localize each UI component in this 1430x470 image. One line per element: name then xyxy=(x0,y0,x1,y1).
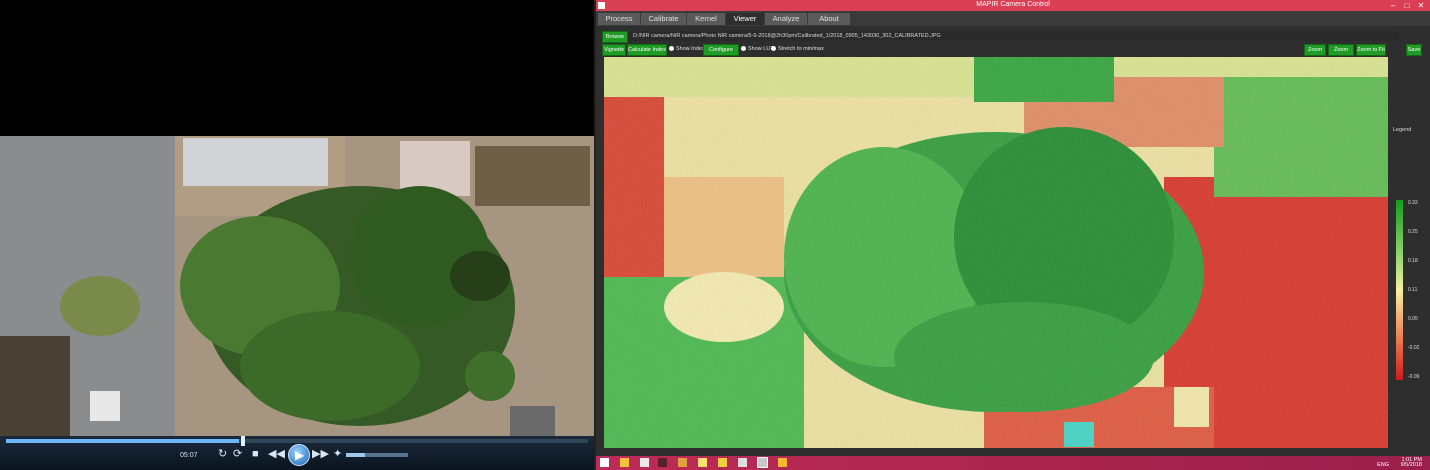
media-player-icon[interactable] xyxy=(778,458,787,467)
maximize-icon[interactable]: □ xyxy=(1400,0,1414,11)
zoom-to-fit-button[interactable]: Zoom to Fit xyxy=(1356,44,1386,56)
legend-tick: 0.11 xyxy=(1408,287,1418,293)
seek-progress xyxy=(6,439,239,443)
zoom-out-button[interactable]: Zoom Out xyxy=(1328,44,1354,63)
aerial-photo xyxy=(0,136,594,470)
store-icon[interactable] xyxy=(640,458,649,467)
photoshop-icon[interactable] xyxy=(658,458,667,467)
start-icon[interactable] xyxy=(600,458,609,467)
legend-tick: -0.09 xyxy=(1408,374,1420,380)
zoom-in-button[interactable]: Zoom In xyxy=(1304,44,1326,63)
play-icon: ▶ xyxy=(295,448,305,462)
tab-process[interactable]: Process xyxy=(598,13,640,25)
title-bar: MAPIR Camera Control – □ ✕ xyxy=(596,0,1430,11)
legend-tick: 0.25 xyxy=(1408,229,1418,235)
next-icon[interactable]: ▶▶ xyxy=(312,448,329,460)
file-explorer-icon[interactable] xyxy=(620,458,629,467)
seek-handle[interactable] xyxy=(241,436,245,446)
system-tray[interactable]: ENG 1:01 PM 9/5/2018 xyxy=(1377,457,1422,468)
stop-icon[interactable]: ■ xyxy=(252,448,259,460)
legend-tick: -0.02 xyxy=(1408,345,1420,351)
show-lut-checkbox[interactable]: Show LUT xyxy=(741,45,774,54)
letterbox xyxy=(0,0,594,136)
mapir-window: MAPIR Camera Control – □ ✕ Process Calib… xyxy=(596,0,1430,456)
legend-colorbar xyxy=(1396,200,1403,380)
file-path-field[interactable]: D:/NIR camera/NIR camera/Photo NIR camer… xyxy=(630,31,1399,41)
stretch-checkbox[interactable]: Stretch to min/max xyxy=(771,45,824,54)
legend-tick: 0.32 xyxy=(1408,200,1418,206)
radio-icon xyxy=(771,46,776,52)
radio-icon xyxy=(741,46,746,52)
save-button[interactable]: Save xyxy=(1406,44,1422,56)
volume-level xyxy=(346,453,365,457)
mapir-taskbar-icon[interactable] xyxy=(757,457,768,468)
tab-about[interactable]: About xyxy=(808,13,850,25)
video-player: 05:07 ↻ ⟳ ■ ◀◀ ▶ ▶▶ ✦ xyxy=(0,0,594,470)
tab-kernel[interactable]: Kernel xyxy=(687,13,725,25)
legend-tick: 0.05 xyxy=(1408,316,1418,322)
elapsed-time: 05:07 xyxy=(180,452,198,459)
language-indicator: ENG xyxy=(1377,462,1390,468)
folder-icon[interactable] xyxy=(718,458,727,467)
clock: 1:01 PM 9/5/2018 xyxy=(1400,457,1422,468)
seek-bar[interactable] xyxy=(6,436,588,446)
legend-tick: 0.18 xyxy=(1408,258,1418,264)
configure-lut-button[interactable]: Configure LUT xyxy=(703,44,739,63)
repeat-icon[interactable]: ⟳ xyxy=(233,448,242,460)
tab-bar: Process Calibrate Kernel Viewer Analyze … xyxy=(596,11,1430,26)
tab-calibrate[interactable]: Calibrate xyxy=(641,13,686,25)
shuffle-icon[interactable]: ↻ xyxy=(218,448,227,460)
app-icon[interactable] xyxy=(738,458,747,467)
ndvi-index-image[interactable] xyxy=(604,57,1388,448)
close-icon[interactable]: ✕ xyxy=(1414,0,1428,11)
taskbar: ENG 1:01 PM 9/5/2018 xyxy=(596,456,1430,470)
vignette-button[interactable]: Vignette xyxy=(602,44,626,56)
tab-analyze[interactable]: Analyze xyxy=(765,13,807,25)
play-button[interactable]: ▶ xyxy=(288,444,310,466)
tab-viewer[interactable]: Viewer xyxy=(726,13,764,25)
radio-icon xyxy=(669,46,674,52)
previous-icon[interactable]: ◀◀ xyxy=(268,448,285,460)
minimize-icon[interactable]: – xyxy=(1386,0,1400,11)
calculate-index-button[interactable]: Calculate Index xyxy=(627,44,667,56)
browse-button[interactable]: Browse xyxy=(602,31,628,43)
volume-slider[interactable] xyxy=(346,453,408,457)
folder-icon[interactable] xyxy=(698,458,707,467)
mute-icon[interactable]: ✦ xyxy=(333,448,342,460)
app-icon[interactable] xyxy=(678,458,687,467)
legend-title: Legend xyxy=(1393,127,1412,133)
show-index-checkbox[interactable]: Show Index xyxy=(669,45,705,54)
window-title: MAPIR Camera Control xyxy=(976,1,1050,8)
